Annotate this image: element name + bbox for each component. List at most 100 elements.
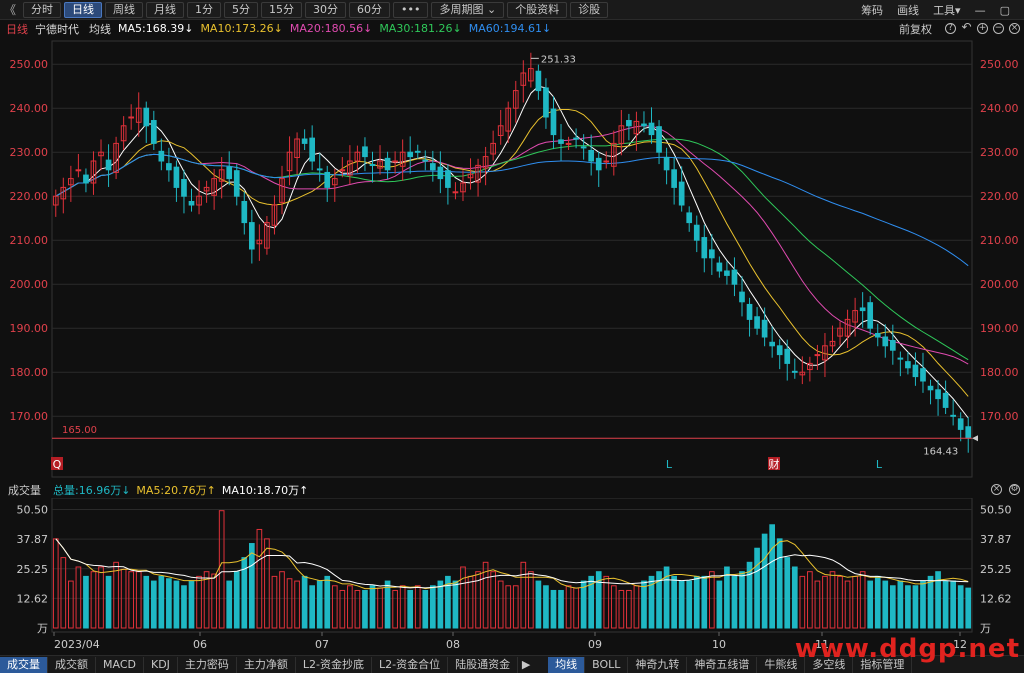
volume-bar-down [693, 575, 700, 629]
period-tab[interactable]: 周线 [105, 1, 143, 18]
volume-bar-up [512, 585, 519, 629]
x-axis-label: 10 [712, 638, 726, 651]
volume-bar-down [248, 543, 255, 629]
volume-bar-down [912, 585, 919, 629]
indicator-tab[interactable]: L2-资金抄底 [296, 656, 373, 673]
minimize-icon[interactable]: — [975, 4, 986, 17]
volume-bar-down [927, 575, 934, 629]
volume-bar-down [950, 580, 956, 629]
candle-down [543, 87, 549, 118]
volume-bar-down [188, 580, 195, 629]
period-tab[interactable]: 30分 [305, 1, 346, 18]
indicator-tab[interactable]: 神奇五线谱 [687, 656, 758, 673]
period-tab[interactable]: 1分 [187, 1, 221, 18]
candle-down [784, 348, 791, 364]
volume-bar-up [573, 587, 579, 629]
maximize-icon[interactable]: ▢ [1000, 4, 1010, 17]
candle-down [648, 122, 655, 136]
low-price-label: 164.43 [923, 447, 958, 458]
volume-chart[interactable]: 50.50 50.50 37.87 37.87 25.25 25.25 12.62 12.62… [0, 498, 1024, 655]
volume-bar-down [965, 587, 972, 629]
volume-bar-up [264, 538, 270, 629]
back-icon[interactable]: 《 [0, 1, 20, 18]
indicator-tab[interactable]: L2-资金合位 [372, 656, 449, 673]
indicator-tab[interactable]: BOLL [585, 656, 629, 673]
indicator-tab[interactable]: 神奇九转 [628, 656, 688, 673]
event-marker: L [876, 458, 883, 471]
indicator-tab[interactable]: MACD [96, 656, 144, 673]
indicator-tab[interactable]: 成交量 [0, 656, 48, 673]
price-axis-label-left: 240.00 [10, 102, 49, 115]
volume-bar-down [761, 533, 768, 629]
volume-axis-label-left: 25.25 [17, 563, 49, 576]
stock-name[interactable]: 宁德时代 [35, 21, 79, 37]
volume-bar-up [377, 587, 383, 629]
indicator-tab[interactable]: KDJ [144, 656, 178, 673]
candle-down [173, 166, 180, 188]
volume-bar-down [535, 580, 542, 629]
adjust-mode[interactable]: 前复权 [899, 21, 932, 37]
volume-bar-down [550, 589, 557, 629]
volume-bar-up [68, 580, 74, 629]
volume-bar-down [784, 557, 791, 629]
candle-down [437, 166, 444, 180]
volume-bar-up [128, 571, 135, 629]
indicator-tab[interactable]: 成交额 [48, 656, 96, 673]
close-icon[interactable]: × [1009, 23, 1020, 34]
undo-icon[interactable]: ↶ [961, 21, 972, 34]
chart-controls: 前复权 ? ↶ + − × [899, 20, 1020, 37]
candlestick-chart[interactable]: 250.00 250.00 240.00 240.00 230.00 230.00 220.… [0, 37, 1024, 482]
tabs-next-icon[interactable]: ▶ [518, 658, 534, 671]
ma-legend-bar: 日线 宁德时代 均线 MA5:168.39↓ MA10:173.26↓ MA20… [0, 20, 1024, 37]
zoom-out-icon[interactable]: − [993, 23, 1004, 34]
candle-down [731, 269, 738, 285]
indicator-tab[interactable]: 主力密码 [178, 656, 237, 673]
period-tab[interactable]: ••• [393, 1, 429, 18]
chip-button[interactable]: 筹码 [861, 2, 883, 18]
period-tab[interactable]: 60分 [349, 1, 390, 18]
volume-bar-up [135, 571, 142, 629]
candle-down [324, 171, 331, 188]
volume-bar-down [150, 580, 157, 629]
period-tab[interactable]: 日线 [64, 1, 102, 18]
volume-bar-down [678, 580, 685, 629]
zoom-in-icon[interactable]: + [977, 23, 988, 34]
ma30-line [55, 138, 969, 361]
volume-bar-down [452, 580, 459, 629]
candle-down [362, 146, 368, 158]
close-volume-icon[interactable]: × [991, 484, 1002, 495]
volume-axis-label-right: 37.87 [980, 533, 1012, 546]
period-tab[interactable]: 诊股 [570, 1, 609, 18]
volume-bar-down [769, 524, 776, 629]
volume-bar-down [671, 575, 677, 629]
draw-line-button[interactable]: 画线 [897, 2, 919, 18]
volume-bar-up [626, 589, 632, 629]
price-axis-label-right: 220.00 [980, 190, 1019, 203]
volume-bar-up [203, 571, 210, 629]
volume-bar-up [708, 571, 715, 629]
volume-bar-down [309, 585, 316, 629]
period-tab[interactable]: 个股资料 [507, 1, 568, 18]
ma-line-label[interactable]: 均线 [89, 21, 111, 37]
period-tab[interactable]: 分时 [23, 1, 61, 18]
indicator-tab[interactable]: 陆股通资金 [448, 656, 519, 673]
help-icon[interactable]: ? [945, 23, 956, 34]
volume-bar-up [520, 561, 527, 629]
volume-bar-up [75, 566, 82, 629]
candle-down [595, 157, 602, 171]
volume-bar-up [218, 510, 225, 629]
candle-up [339, 169, 346, 172]
volume-settings-icon[interactable]: ⚙ [1009, 484, 1020, 495]
period-tab[interactable]: 15分 [261, 1, 302, 18]
period-tab[interactable]: 多周期图 ⌄ [431, 1, 505, 18]
candle-up [452, 191, 459, 194]
period-tab[interactable]: 5分 [224, 1, 258, 18]
tools-menu[interactable]: 工具▾ [933, 2, 961, 18]
period-tab[interactable]: 月线 [146, 1, 184, 18]
candle-down [935, 389, 941, 400]
candle-down [241, 200, 248, 224]
indicator-tab[interactable]: 主力净额 [237, 656, 296, 673]
volume-bar-down [889, 585, 896, 629]
volume-bar-up [196, 575, 202, 629]
indicator-tab[interactable]: 均线 [548, 656, 586, 673]
